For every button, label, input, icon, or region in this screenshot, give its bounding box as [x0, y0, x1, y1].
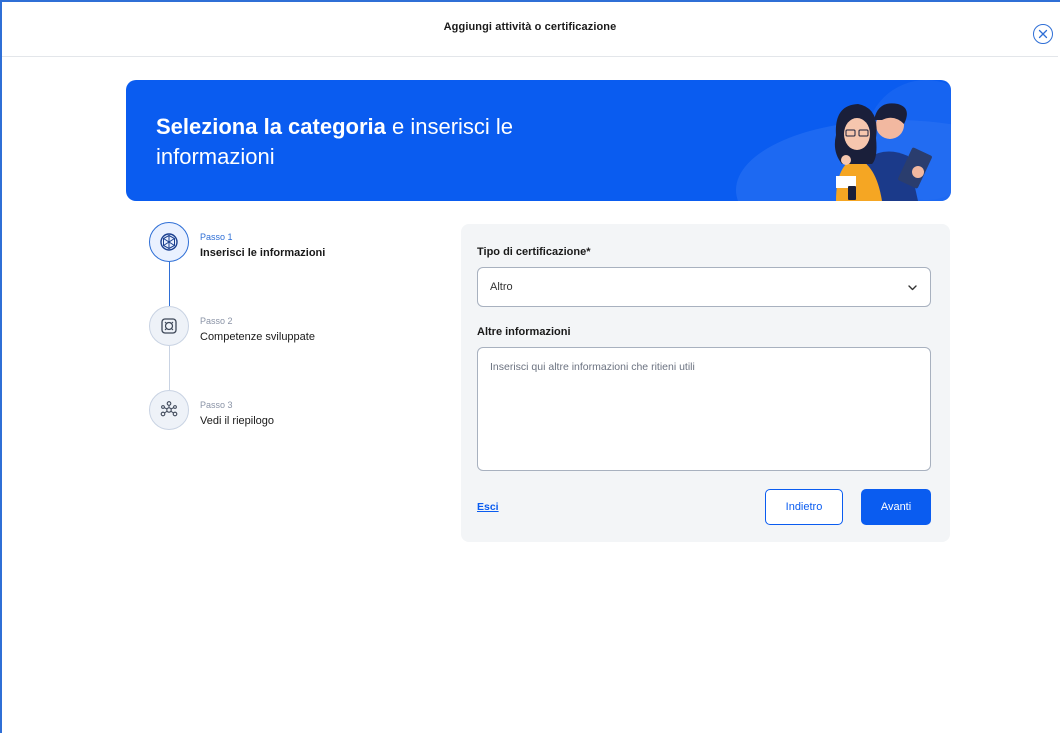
step-2[interactable]: Passo 2 Competenze sviluppate	[149, 306, 429, 356]
step-2-number: Passo 2	[200, 316, 233, 326]
step-3-label: Vedi il riepilogo	[200, 415, 274, 427]
other-info-label: Altre informazioni	[477, 326, 571, 338]
chevron-down-icon	[908, 285, 917, 291]
step-2-circle	[149, 306, 189, 346]
certification-type-select[interactable]: Altro	[477, 267, 931, 307]
close-icon	[1038, 29, 1048, 39]
step-3-circle	[149, 390, 189, 430]
step-2-label: Competenze sviluppate	[200, 331, 315, 343]
network-icon	[160, 401, 178, 417]
skills-icon	[161, 318, 177, 334]
certification-type-label: Tipo di certificazione*	[477, 246, 591, 258]
other-info-textarea[interactable]: Inserisci qui altre informazioni che rit…	[477, 347, 931, 471]
step-1-label: Inserisci le informazioni	[200, 247, 326, 259]
people-illustration	[736, 80, 951, 201]
hero-title: Seleziona la categoria e inserisci le in…	[156, 112, 596, 172]
next-button[interactable]: Avanti	[861, 489, 931, 525]
close-button[interactable]	[1033, 24, 1053, 44]
stepper: Passo 1 Inserisci le informazioni Passo …	[149, 222, 429, 442]
other-info-placeholder: Inserisci qui altre informazioni che rit…	[490, 361, 695, 373]
cube-icon	[160, 233, 178, 251]
modal-header: Aggiungi attività o certificazione	[2, 2, 1058, 57]
certification-type-value: Altro	[490, 281, 513, 293]
step-1[interactable]: Passo 1 Inserisci le informazioni	[149, 222, 429, 272]
form-card: Tipo di certificazione* Altro Altre info…	[461, 224, 950, 542]
step-3-number: Passo 3	[200, 400, 233, 410]
hero-title-bold: Seleziona la categoria	[156, 114, 386, 139]
hero-banner: Seleziona la categoria e inserisci le in…	[126, 80, 951, 201]
back-button[interactable]: Indietro	[765, 489, 843, 525]
step-3[interactable]: Passo 3 Vedi il riepilogo	[149, 390, 429, 440]
step-1-circle	[149, 222, 189, 262]
step-1-number: Passo 1	[200, 232, 233, 242]
exit-link[interactable]: Esci	[477, 501, 499, 513]
modal-title: Aggiungi attività o certificazione	[443, 21, 617, 33]
